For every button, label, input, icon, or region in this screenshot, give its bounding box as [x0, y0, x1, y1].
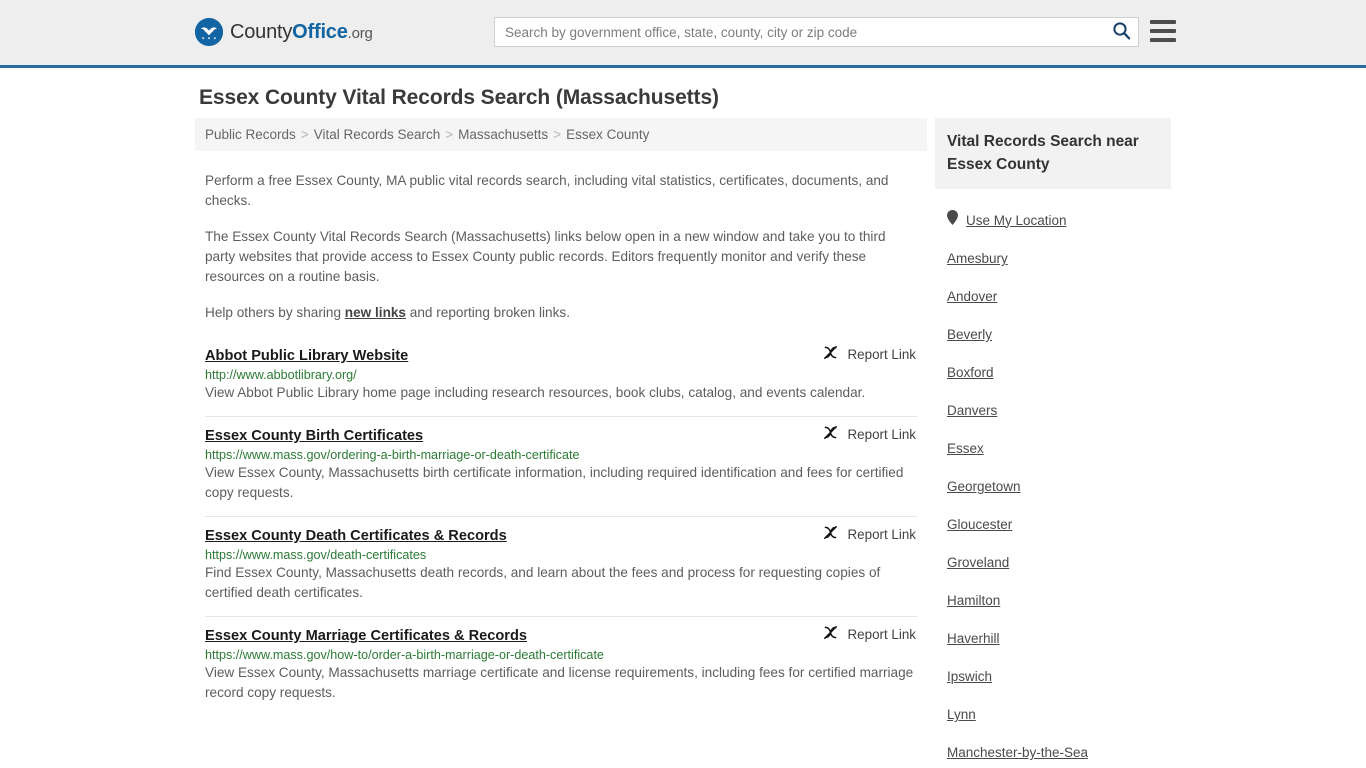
sidebar-heading: Vital Records Search near Essex County — [935, 118, 1171, 189]
hamburger-bar-2 — [1150, 29, 1176, 33]
result-url[interactable]: https://www.mass.gov/ordering-a-birth-ma… — [205, 448, 917, 462]
intro-p3-after: and reporting broken links. — [406, 305, 570, 320]
broken-link-icon — [822, 624, 839, 644]
list-item: Manchester-by-the-Sea — [947, 744, 1159, 762]
hamburger-bar-3 — [1150, 38, 1176, 42]
report-link-label: Report Link — [847, 626, 916, 642]
hamburger-bar-1 — [1150, 20, 1176, 24]
result-item: Abbot Public Library Website Report Link… — [205, 343, 917, 416]
menu-button[interactable] — [1150, 20, 1176, 42]
sidebar-place-lynn[interactable]: Lynn — [947, 707, 976, 722]
county-office-eagle-icon — [195, 18, 223, 46]
broken-link-icon — [822, 344, 839, 364]
page-body: Essex County Vital Records Search (Massa… — [0, 68, 1366, 760]
result-item: Essex County Death Certificates & Record… — [205, 516, 917, 616]
intro-p3-before: Help others by sharing — [205, 305, 345, 320]
sidebar-place-manchester-by-the-sea[interactable]: Manchester-by-the-Sea — [947, 745, 1088, 760]
list-item: Hamilton — [947, 592, 1159, 610]
result-url[interactable]: http://www.abbotlibrary.org/ — [205, 368, 917, 382]
result-title-link[interactable]: Essex County Death Certificates & Record… — [205, 528, 507, 544]
sidebar-place-gloucester[interactable]: Gloucester — [947, 517, 1012, 532]
broken-link-icon — [822, 524, 839, 544]
list-item: Boxford — [947, 364, 1159, 382]
broken-link-icon — [822, 424, 839, 444]
result-description: Find Essex County, Massachusetts death r… — [205, 565, 881, 600]
sidebar: Vital Records Search near Essex County U… — [935, 118, 1171, 768]
breadcrumb-separator-3: > — [553, 127, 562, 142]
map-pin-icon — [947, 210, 958, 230]
sidebar-place-georgetown[interactable]: Georgetown — [947, 479, 1021, 494]
list-item: Essex — [947, 440, 1159, 458]
list-item: Beverly — [947, 326, 1159, 344]
brand-word-county: County — [230, 21, 293, 43]
breadcrumb-separator-1: > — [300, 127, 309, 142]
report-link-button[interactable]: Report Link — [822, 524, 916, 544]
list-item: Danvers — [947, 402, 1159, 420]
report-link-button[interactable]: Report Link — [822, 624, 916, 644]
intro-paragraph-3: Help others by sharing new links and rep… — [205, 303, 917, 323]
brand-word-tld: .org — [347, 25, 373, 42]
result-description: View Essex County, Massachusetts birth c… — [205, 465, 904, 500]
report-link-button[interactable]: Report Link — [822, 344, 916, 364]
result-title-link[interactable]: Abbot Public Library Website — [205, 348, 408, 364]
result-title-link[interactable]: Essex County Marriage Certificates & Rec… — [205, 628, 527, 644]
breadcrumb-separator-2: > — [445, 127, 454, 142]
breadcrumb: Public Records > Vital Records Search > Mass… — [195, 118, 927, 151]
list-item: Gloucester — [947, 516, 1159, 534]
page-title: Essex County Vital Records Search (Massa… — [199, 86, 719, 109]
intro-section: Perform a free Essex County, MA public v… — [195, 171, 927, 323]
search-icon — [1112, 21, 1131, 43]
brand-word-office: Office — [292, 21, 348, 43]
list-item: Ipswich — [947, 668, 1159, 686]
sidebar-place-hamilton[interactable]: Hamilton — [947, 593, 1000, 608]
use-my-location-link[interactable]: Use My Location — [966, 213, 1067, 228]
site-header: CountyOffice.org — [0, 0, 1366, 68]
sidebar-place-ipswich[interactable]: Ipswich — [947, 669, 992, 684]
result-title-link[interactable]: Essex County Birth Certificates — [205, 428, 423, 444]
sidebar-place-amesbury[interactable]: Amesbury — [947, 251, 1008, 266]
list-item: Georgetown — [947, 478, 1159, 496]
site-logo[interactable]: CountyOffice.org — [195, 18, 373, 46]
main-column: Public Records > Vital Records Search > Mass… — [195, 118, 927, 768]
sidebar-nearby-list: Use My Location Amesbury Andover Beverly… — [935, 210, 1171, 768]
list-item: Haverhill — [947, 630, 1159, 648]
result-description: View Essex County, Massachusetts marriag… — [205, 665, 914, 700]
result-url[interactable]: https://www.mass.gov/how-to/order-a-birt… — [205, 648, 917, 662]
sidebar-place-andover[interactable]: Andover — [947, 289, 997, 304]
content-columns: Public Records > Vital Records Search > Mass… — [0, 118, 1366, 768]
result-description: View Abbot Public Library home page incl… — [205, 385, 866, 400]
result-item: Essex County Birth Certificates Report L… — [205, 416, 917, 516]
list-item: Andover — [947, 288, 1159, 306]
report-link-label: Report Link — [847, 526, 916, 542]
sidebar-place-boxford[interactable]: Boxford — [947, 365, 994, 380]
sidebar-place-danvers[interactable]: Danvers — [947, 403, 997, 418]
site-logo-text: CountyOffice.org — [230, 22, 373, 42]
use-my-location-row[interactable]: Use My Location — [947, 210, 1159, 230]
report-link-button[interactable]: Report Link — [822, 424, 916, 444]
search-button[interactable] — [1104, 18, 1138, 46]
report-link-label: Report Link — [847, 426, 916, 442]
search-input[interactable] — [495, 18, 1104, 46]
breadcrumb-item-public-records[interactable]: Public Records — [205, 127, 296, 142]
list-item: Use My Location — [947, 210, 1159, 230]
search-bar — [494, 17, 1139, 47]
sidebar-place-essex[interactable]: Essex — [947, 441, 984, 456]
list-item: Groveland — [947, 554, 1159, 572]
intro-paragraph-2: The Essex County Vital Records Search (M… — [205, 229, 886, 284]
result-url[interactable]: https://www.mass.gov/death-certificates — [205, 548, 917, 562]
breadcrumb-item-essex-county[interactable]: Essex County — [566, 127, 649, 142]
list-item: Amesbury — [947, 250, 1159, 268]
sidebar-place-haverhill[interactable]: Haverhill — [947, 631, 1000, 646]
new-links-link[interactable]: new links — [345, 305, 406, 320]
result-item: Essex County Marriage Certificates & Rec… — [205, 616, 917, 716]
breadcrumb-item-vital-records-search[interactable]: Vital Records Search — [314, 127, 441, 142]
sidebar-place-groveland[interactable]: Groveland — [947, 555, 1009, 570]
sidebar-place-beverly[interactable]: Beverly — [947, 327, 992, 342]
list-item: Lynn — [947, 706, 1159, 724]
report-link-label: Report Link — [847, 346, 916, 362]
results-list: Abbot Public Library Website Report Link… — [195, 343, 927, 716]
intro-paragraph-1: Perform a free Essex County, MA public v… — [205, 173, 889, 208]
breadcrumb-item-massachusetts[interactable]: Massachusetts — [458, 127, 548, 142]
